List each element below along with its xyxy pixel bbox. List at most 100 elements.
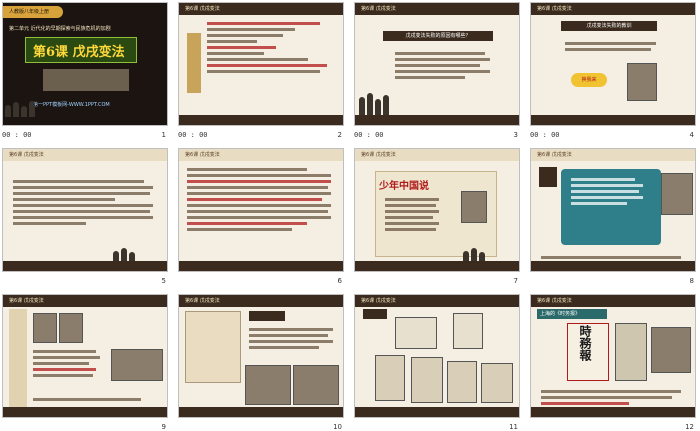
crowd-silhouette <box>5 99 61 117</box>
portrait-photo <box>59 313 83 343</box>
portrait-photo <box>627 63 657 101</box>
slide-footer <box>531 115 695 125</box>
portrait-photo <box>461 191 487 223</box>
slide-number: 10 <box>333 423 342 431</box>
slide-header: 第6课 戊戌变法 <box>179 295 343 307</box>
slide-9-preview: 第6课 戊戌变法 <box>2 294 168 418</box>
poem-title: 少年中国说 <box>379 181 429 192</box>
newspaper-image <box>447 361 477 403</box>
slide-footer <box>531 407 695 417</box>
corner-badge <box>539 167 557 187</box>
slide-number: 7 <box>513 277 518 285</box>
slide-header: 第6课 戊戌变法 <box>179 149 343 161</box>
slide-header: 第6课 戊戌变法 <box>179 3 343 15</box>
slide-thumbnail[interactable]: 第6课 戊戌变法 戊戌变法失败的教训 换我来 00 : 00 4 <box>528 0 698 139</box>
newspaper-image <box>395 317 437 349</box>
slide-header: 第6课 戊戌变法 <box>355 149 519 161</box>
text-lines <box>249 325 337 352</box>
slide-number: 4 <box>689 131 694 139</box>
slide-title: 第6课 戊戌变法 <box>33 45 125 60</box>
paragraph-lines <box>187 165 337 234</box>
paragraph-lines <box>13 177 159 228</box>
slide-sorter-grid: 人教版八年级上册 第二单元 近代化的早期探索与民族危机的加剧 第6课 戊戌变法 … <box>0 0 700 431</box>
slide-footer <box>531 261 695 271</box>
slide-header: 第6课 戊戌变法 <box>355 295 519 307</box>
newspaper-image <box>453 313 483 349</box>
section-tag <box>249 311 285 321</box>
slide-thumbnail[interactable]: 第6课 戊戌变法 9 <box>0 292 170 431</box>
slide-header: 第6课 戊戌变法 <box>531 295 695 307</box>
portrait-photo <box>33 313 57 343</box>
slide-number: 11 <box>509 423 518 431</box>
slide-10-preview: 第6课 戊戌变法 <box>178 294 344 418</box>
text-lines <box>207 19 333 76</box>
slide-thumbnail[interactable]: 第6课 戊戌变法 11 <box>352 292 522 431</box>
slide-header: 第6课 戊戌变法 <box>531 149 695 161</box>
paper-name: 時務報 <box>578 325 592 361</box>
slide-header: 第6课 戊戌变法 <box>3 149 167 161</box>
slide-footer <box>179 115 343 125</box>
section-tag <box>363 309 387 319</box>
slide-thumbnail[interactable]: 人教版八年级上册 第二单元 近代化的早期探索与民族危机的加剧 第6课 戊戌变法 … <box>0 0 170 139</box>
slide-number: 5 <box>161 277 166 285</box>
side-banner <box>187 33 201 93</box>
slide-11-preview: 第6课 戊戌变法 <box>354 294 520 418</box>
slide-number: 3 <box>513 131 518 139</box>
slide-footer <box>355 261 519 271</box>
portrait-photo <box>661 173 693 215</box>
slide-thumbnail[interactable]: 第6课 戊戌变法 6 <box>176 146 346 285</box>
text-lines <box>33 347 103 380</box>
slide-number: 8 <box>689 277 694 285</box>
slide-7-preview: 第6课 戊戌变法 少年中国说 <box>354 148 520 272</box>
slide-thumbnail[interactable]: 第6课 戊戌变法 上海的《时务报》 時務報 12 <box>528 292 698 431</box>
slide-subtitle: 第二单元 近代化的早期探索与民族危机的加剧 <box>9 26 111 32</box>
slide-thumbnail[interactable]: 第6课 戊戌变法 戊戌变法失败的原因有哪些？ 00 : 00 3 <box>352 0 522 139</box>
answer-button: 换我来 <box>571 73 607 87</box>
slide-thumbnail[interactable]: 第6课 戊戌变法 00 : 00 2 <box>176 0 346 139</box>
caption-lines <box>541 387 687 408</box>
slide-12-preview: 第6课 戊戌变法 上海的《时务报》 時務報 <box>530 294 696 418</box>
question-banner: 戊戌变法失败的原因有哪些？ <box>383 31 493 41</box>
slide-timing: 00 : 00 <box>530 131 560 139</box>
historic-photo <box>293 365 339 405</box>
newspaper-page <box>615 323 647 381</box>
slide-footer <box>179 407 343 417</box>
slide-footer <box>3 261 167 271</box>
film-strip <box>43 69 129 91</box>
newspaper-image <box>481 363 513 403</box>
slide-header: 第6课 戊戌变法 <box>3 295 167 307</box>
text-lines <box>33 395 153 404</box>
slide-1-preview: 人教版八年级上册 第二单元 近代化的早期探索与民族危机的加剧 第6课 戊戌变法 … <box>2 2 168 126</box>
slide-5-preview: 第6课 戊戌变法 <box>2 148 168 272</box>
slide-footer <box>355 407 519 417</box>
slide-footer <box>355 115 519 125</box>
data-table <box>185 311 241 383</box>
newspaper-image <box>411 357 443 403</box>
slide-thumbnail[interactable]: 第6课 戊戌变法 8 <box>528 146 698 285</box>
question-banner: 戊戌变法失败的教训 <box>561 21 657 31</box>
slide-6-preview: 第6课 戊戌变法 <box>178 148 344 272</box>
slide-number: 12 <box>685 423 694 431</box>
slide-8-preview: 第6课 戊戌变法 <box>530 148 696 272</box>
slide-header: 第6课 戊戌变法 <box>355 3 519 15</box>
slide-thumbnail[interactable]: 第6课 戊戌变法 少年中国说 7 <box>352 146 522 285</box>
slide-timing: 00 : 00 <box>354 131 384 139</box>
portrait-photo <box>651 327 691 373</box>
slide-footer <box>3 407 167 417</box>
group-photo <box>111 349 163 381</box>
poem-lines <box>385 195 445 234</box>
slide-thumbnail[interactable]: 第6课 戊戌变法 10 <box>176 292 346 431</box>
slide-2-preview: 第6课 戊戌变法 <box>178 2 344 126</box>
slide-header: 人教版八年级上册 <box>3 6 63 18</box>
slide-number: 1 <box>161 131 166 139</box>
slide-number: 6 <box>337 277 342 285</box>
slide-timing: 00 : 00 <box>178 131 208 139</box>
text-lines <box>565 39 661 54</box>
slide-title: 上海的《时务报》 <box>537 309 607 319</box>
slide-4-preview: 第6课 戊戌变法 戊戌变法失败的教训 换我来 <box>530 2 696 126</box>
slide-thumbnail[interactable]: 第6课 戊戌变法 5 <box>0 146 170 285</box>
slide-footer <box>179 261 343 271</box>
callout-lines <box>571 175 651 208</box>
slide-header: 第6课 戊戌变法 <box>531 3 695 15</box>
slide-number: 9 <box>161 423 166 431</box>
